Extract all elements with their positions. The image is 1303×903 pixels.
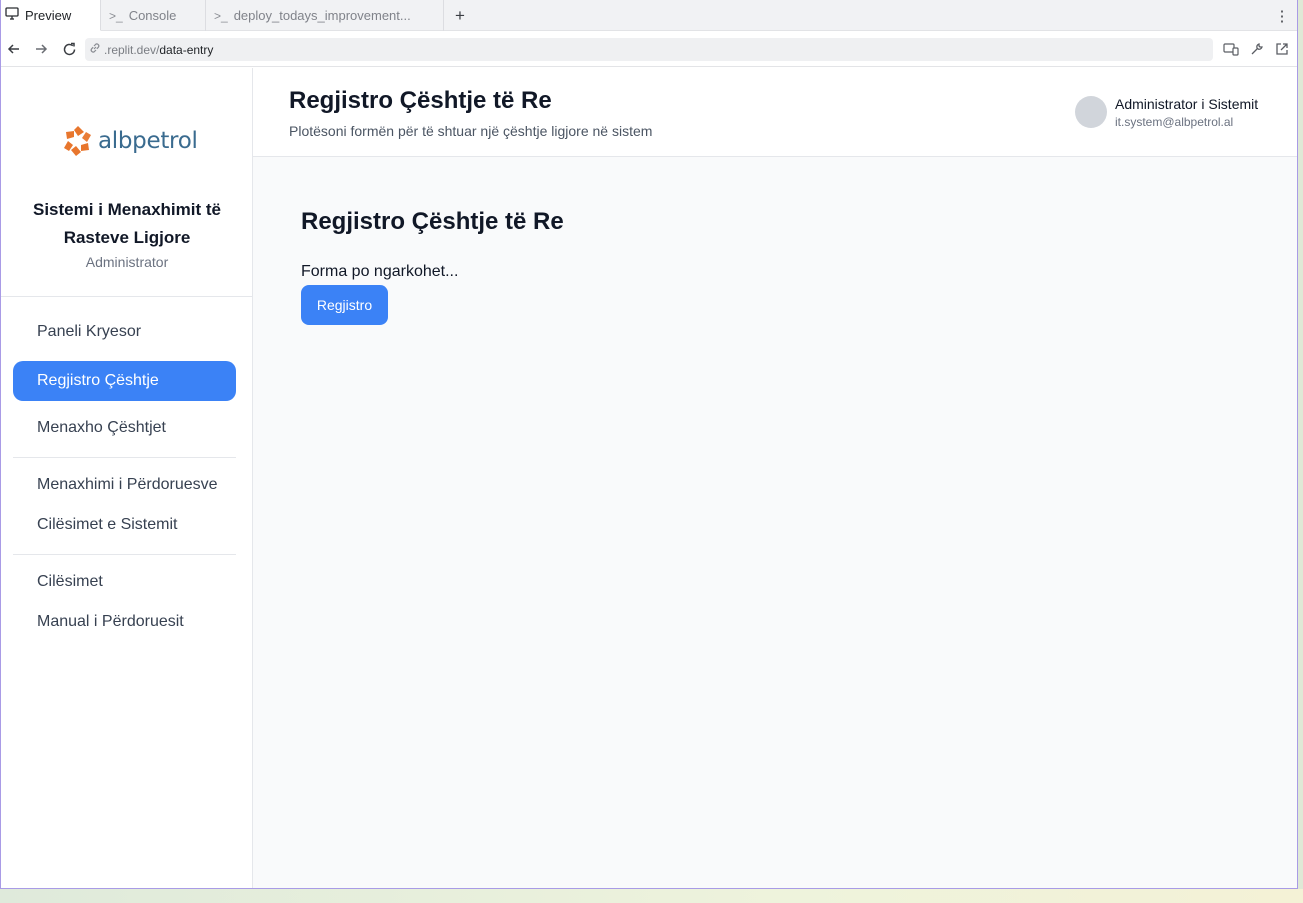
devices-icon[interactable] [1222,40,1240,58]
wrench-icon[interactable] [1248,40,1266,58]
divider [13,554,236,555]
page-header: Regjistro Çështje të Re Plotësoni formën… [253,68,1297,157]
sidebar-item-system-settings[interactable]: Cilësimet e Sistemit [13,505,236,545]
url-host: .replit.dev/ [104,42,160,57]
desktop-background [0,889,1303,903]
logo-text: albpetrol [98,128,198,154]
browser-window: Preview >_ Console >_ deploy_todays_impr… [0,0,1298,889]
address-bar: .replit.dev/data-entry [1,31,1297,67]
terminal-icon: >_ [214,8,228,23]
sidebar-item-register-case[interactable]: Regjistro Çështje [13,361,236,401]
tab-deploy[interactable]: >_ deploy_todays_improvement... [206,0,444,31]
sidebar-item-user-management[interactable]: Menaxhimi i Përdoruesve [13,465,236,505]
kebab-menu-icon[interactable]: ⋮ [1273,0,1291,31]
form-title: Regjistro Çështje të Re [301,208,564,235]
avatar[interactable] [1075,96,1107,128]
tab-label: Console [128,8,177,23]
plus-icon[interactable]: + [450,0,470,31]
external-link-icon[interactable] [1273,40,1291,58]
tab-label: deploy_todays_improvement... [233,8,411,23]
user-email: it.system@albpetrol.al [1115,115,1234,129]
tab-label: Preview [25,7,72,23]
system-role: Administrator [85,254,169,270]
sidebar-item-dashboard[interactable]: Paneli Kryesor [13,312,236,352]
page-title: Regjistro Çështje të Re [289,87,552,114]
link-icon [89,42,101,57]
sidebar: albpetrol Sistemi i Menaxhimit të Rastev… [1,68,253,888]
back-arrow-icon[interactable] [4,38,24,60]
forward-arrow-icon[interactable] [31,38,51,60]
tab-bar: Preview >_ Console >_ deploy_todays_impr… [1,0,1297,31]
tab-preview[interactable]: Preview [1,0,101,31]
monitor-icon [5,7,19,23]
reload-icon[interactable] [59,38,79,60]
sidebar-item-manage-cases[interactable]: Menaxho Çështjet [13,408,236,448]
register-button[interactable]: Regjistro [301,285,388,325]
terminal-icon: >_ [109,8,123,23]
albpetrol-logo-icon [64,126,91,156]
main-content: Regjistro Çështje të Re Forma po ngarkoh… [253,157,1297,888]
sidebar-item-settings[interactable]: Cilësimet [13,562,236,602]
tab-console[interactable]: >_ Console [101,0,206,31]
page-subtitle: Plotësoni formën për të shtuar një çësht… [289,123,653,139]
divider [1,296,252,297]
loading-text: Forma po ngarkohet... [301,263,459,280]
divider [13,457,236,458]
user-name: Administrator i Sistemit [1115,96,1259,112]
system-title: Sistemi i Menaxhimit të Rasteve Ligjore [33,200,221,247]
url-field[interactable]: .replit.dev/data-entry [85,38,1213,61]
url-path: data-entry [159,42,214,57]
logo: albpetrol [61,124,198,158]
sidebar-item-user-manual[interactable]: Manual i Përdoruesit [13,602,236,642]
